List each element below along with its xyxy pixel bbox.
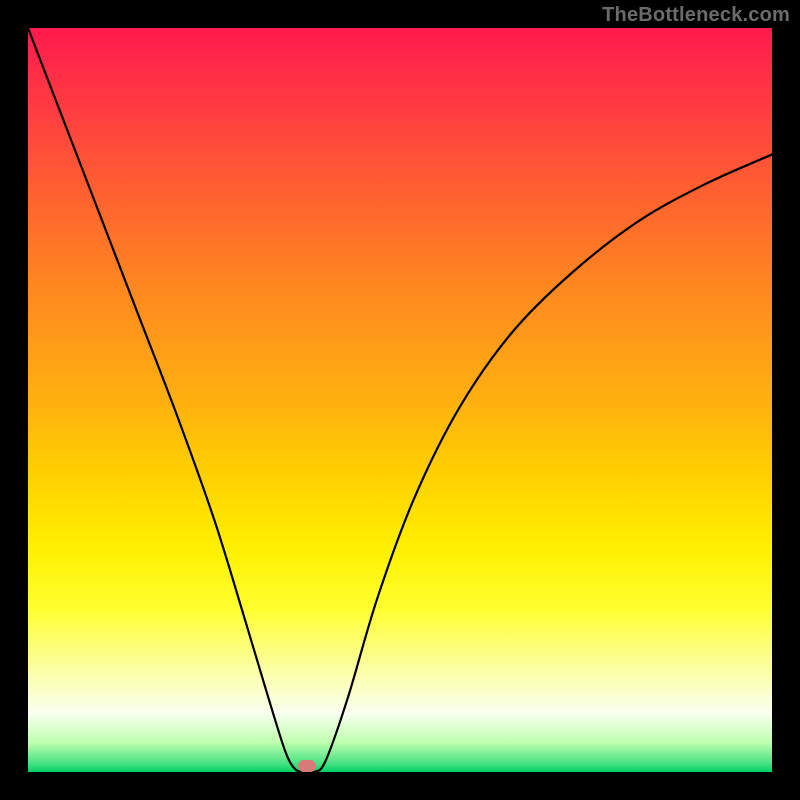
optimal-point-marker <box>298 760 316 772</box>
plot-area <box>28 28 772 772</box>
watermark-text: TheBottleneck.com <box>602 4 790 27</box>
bottleneck-curve <box>28 28 772 772</box>
chart-container: TheBottleneck.com <box>0 0 800 800</box>
